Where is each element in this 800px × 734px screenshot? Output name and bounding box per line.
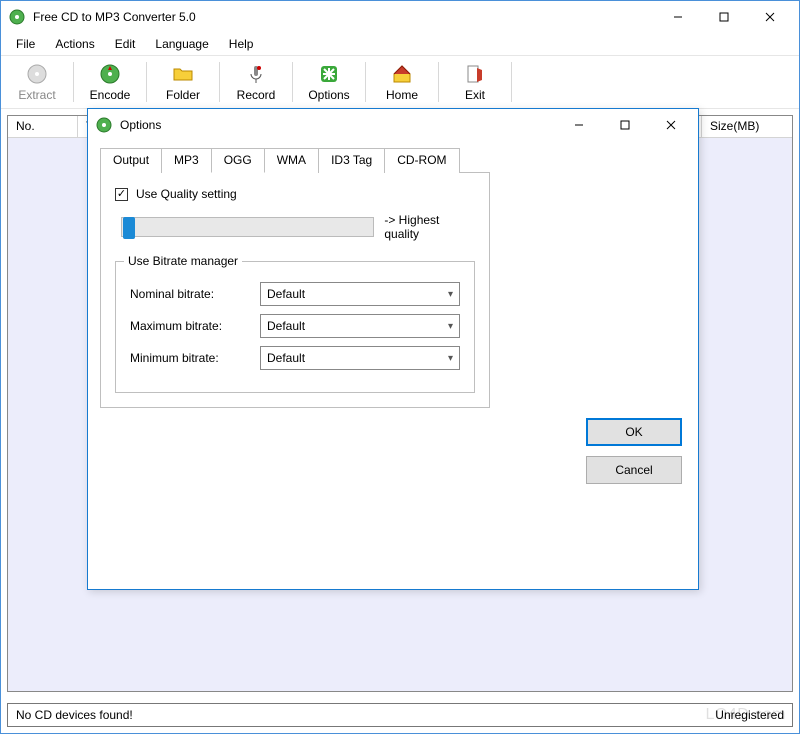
dialog-titlebar: Options (88, 109, 698, 141)
toolbar-sep (146, 62, 147, 102)
chevron-down-icon: ▾ (448, 353, 453, 364)
home-icon (390, 62, 414, 86)
options-dialog: Options Output MP3 OGG WMA ID3 Tag CD-RO… (87, 108, 699, 590)
dialog-maximize-button[interactable] (602, 111, 648, 139)
toolbar-sep (438, 62, 439, 102)
checkbox-icon[interactable]: ✓ (115, 188, 128, 201)
dialog-tabstrip: Output MP3 OGG WMA ID3 Tag CD-ROM (100, 147, 686, 172)
menu-file[interactable]: File (7, 35, 44, 53)
use-quality-label: Use Quality setting (136, 187, 237, 201)
toolbar-sep (73, 62, 74, 102)
toolbar-exit-button[interactable]: Exit (441, 56, 509, 108)
bitrate-group-label: Use Bitrate manager (124, 254, 242, 268)
toolbar-sep (292, 62, 293, 102)
tab-output[interactable]: Output (100, 148, 162, 173)
dialog-title: Options (120, 118, 556, 132)
microphone-icon (244, 62, 268, 86)
max-bitrate-row: Maximum bitrate: Default ▾ (130, 314, 460, 338)
toolbar-home-label: Home (386, 88, 418, 102)
dialog-app-icon (96, 117, 112, 133)
min-bitrate-select[interactable]: Default ▾ (260, 346, 460, 370)
toolbar-sep (219, 62, 220, 102)
toolbar-options-button[interactable]: Options (295, 56, 363, 108)
main-maximize-button[interactable] (701, 2, 747, 32)
status-right: Unregistered (715, 708, 784, 722)
toolbar: Extract Encode Folder Record (1, 55, 799, 109)
disc-encode-icon (98, 62, 122, 86)
dialog-close-button[interactable] (648, 111, 694, 139)
nominal-bitrate-value: Default (267, 287, 305, 301)
tab-ogg[interactable]: OGG (211, 148, 265, 173)
toolbar-encode-button[interactable]: Encode (76, 56, 144, 108)
app-icon (9, 9, 25, 25)
menu-language[interactable]: Language (146, 35, 217, 53)
quality-slider-label: -> Highest quality (384, 213, 475, 241)
dialog-body: Output MP3 OGG WMA ID3 Tag CD-ROM ✓ Use … (88, 141, 698, 589)
tab-id3[interactable]: ID3 Tag (318, 148, 385, 173)
use-quality-checkbox-row[interactable]: ✓ Use Quality setting (115, 187, 475, 201)
chevron-down-icon: ▾ (448, 289, 453, 300)
app-title: Free CD to MP3 Converter 5.0 (33, 10, 655, 24)
max-bitrate-value: Default (267, 319, 305, 333)
dialog-button-row: OK Cancel (100, 418, 686, 484)
min-bitrate-label: Minimum bitrate: (130, 351, 260, 365)
main-minimize-button[interactable] (655, 2, 701, 32)
chevron-down-icon: ▾ (448, 321, 453, 332)
nominal-bitrate-row: Nominal bitrate: Default ▾ (130, 282, 460, 306)
ok-button[interactable]: OK (586, 418, 682, 446)
quality-slider-row: -> Highest quality (121, 213, 475, 241)
options-asterisk-icon (317, 62, 341, 86)
col-no[interactable]: No. (8, 116, 78, 137)
tab-pane-ogg: ✓ Use Quality setting -> Highest quality… (100, 172, 490, 408)
slider-thumb-icon[interactable] (123, 217, 135, 239)
toolbar-record-button[interactable]: Record (222, 56, 290, 108)
menu-edit[interactable]: Edit (106, 35, 145, 53)
quality-slider[interactable] (121, 217, 374, 237)
toolbar-record-label: Record (237, 88, 276, 102)
dialog-minimize-button[interactable] (556, 111, 602, 139)
toolbar-sep (365, 62, 366, 102)
cancel-button[interactable]: Cancel (586, 456, 682, 484)
disc-extract-icon (25, 62, 49, 86)
min-bitrate-value: Default (267, 351, 305, 365)
col-size[interactable]: Size(MB) (702, 116, 792, 137)
main-close-button[interactable] (747, 2, 793, 32)
bitrate-groupbox: Use Bitrate manager Nominal bitrate: Def… (115, 261, 475, 393)
tab-wma[interactable]: WMA (264, 148, 319, 173)
statusbar: No CD devices found! Unregistered (7, 703, 793, 727)
toolbar-home-button[interactable]: Home (368, 56, 436, 108)
toolbar-encode-label: Encode (90, 88, 131, 102)
main-titlebar: Free CD to MP3 Converter 5.0 (1, 1, 799, 33)
max-bitrate-label: Maximum bitrate: (130, 319, 260, 333)
menubar: File Actions Edit Language Help (1, 33, 799, 55)
tab-cdrom[interactable]: CD-ROM (384, 148, 459, 173)
exit-door-icon (463, 62, 487, 86)
nominal-bitrate-label: Nominal bitrate: (130, 287, 260, 301)
menu-actions[interactable]: Actions (46, 35, 103, 53)
toolbar-sep (511, 62, 512, 102)
status-left: No CD devices found! (16, 708, 133, 722)
min-bitrate-row: Minimum bitrate: Default ▾ (130, 346, 460, 370)
toolbar-exit-label: Exit (465, 88, 485, 102)
folder-icon (171, 62, 195, 86)
menu-help[interactable]: Help (220, 35, 263, 53)
max-bitrate-select[interactable]: Default ▾ (260, 314, 460, 338)
tab-mp3[interactable]: MP3 (161, 148, 212, 173)
toolbar-folder-button[interactable]: Folder (149, 56, 217, 108)
toolbar-extract-button[interactable]: Extract (3, 56, 71, 108)
toolbar-folder-label: Folder (166, 88, 200, 102)
nominal-bitrate-select[interactable]: Default ▾ (260, 282, 460, 306)
toolbar-options-label: Options (308, 88, 349, 102)
toolbar-extract-label: Extract (18, 88, 55, 102)
